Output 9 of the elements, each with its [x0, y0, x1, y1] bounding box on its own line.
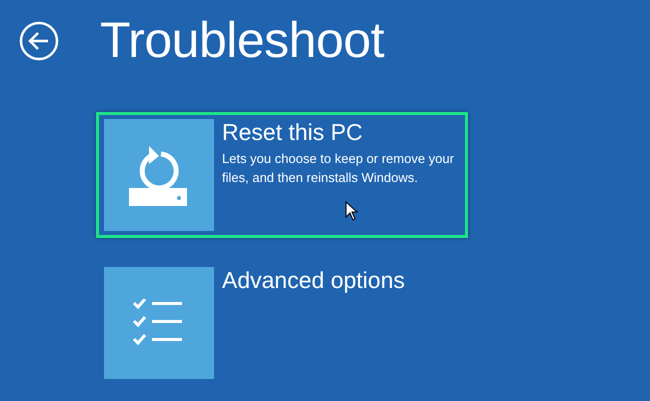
mouse-cursor-icon: [345, 201, 359, 221]
option-description: Lets you choose to keep or remove your files, and then reinstalls Windows.: [222, 150, 455, 187]
back-icon[interactable]: [19, 21, 59, 61]
page-title: Troubleshoot: [100, 11, 384, 69]
option-item[interactable]: Advanced options: [96, 260, 468, 386]
reset-drive-icon: [129, 144, 189, 206]
option-label: Reset this PC: [222, 119, 364, 145]
option-label: Advanced options: [222, 267, 405, 293]
option-item[interactable]: Reset this PC Lets you choose to keep or remove your files, and then reinstalls Windows.: [96, 112, 468, 238]
